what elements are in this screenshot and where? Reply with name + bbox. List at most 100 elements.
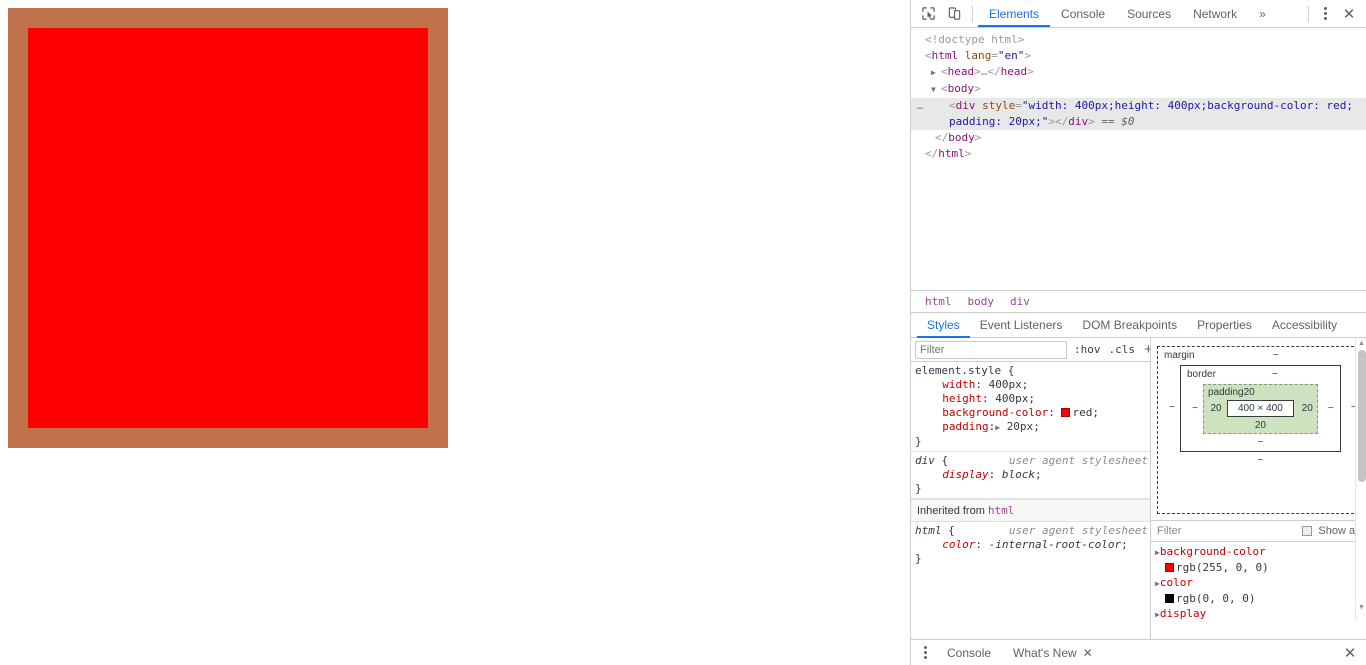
breadcrumb-item-body[interactable]: body bbox=[968, 295, 995, 308]
devtools-panel: Elements Console Sources Network » ✕ <!d… bbox=[910, 0, 1366, 665]
tab-sources[interactable]: Sources bbox=[1116, 0, 1182, 27]
breadcrumb-item-html[interactable]: html bbox=[925, 295, 952, 308]
dom-line-doctype[interactable]: <!doctype html> bbox=[911, 32, 1366, 48]
tab-accessibility[interactable]: Accessibility bbox=[1262, 313, 1347, 338]
breadcrumb-item-div[interactable]: div bbox=[1010, 295, 1030, 308]
prop-color[interactable]: color bbox=[942, 538, 975, 551]
dom-line-div-selected[interactable]: … <div style="width: 400px;height: 400px;… bbox=[911, 98, 1366, 130]
computed-filter-input[interactable]: Filter bbox=[1157, 525, 1296, 537]
prop-width[interactable]: width bbox=[942, 378, 975, 391]
rule-origin-html[interactable]: user agent stylesheet bbox=[1009, 524, 1150, 538]
border-top-value[interactable]: − bbox=[1216, 369, 1334, 380]
dom-line-body-close[interactable]: </body> bbox=[911, 130, 1366, 146]
styles-filter-input[interactable] bbox=[915, 340, 1067, 359]
cls-toggle[interactable]: .cls bbox=[1108, 343, 1137, 356]
tab-network[interactable]: Network bbox=[1182, 0, 1248, 27]
color-swatch-red[interactable] bbox=[1061, 408, 1071, 417]
rule-origin-div[interactable]: user agent stylesheet bbox=[1009, 454, 1150, 468]
box-model-margin[interactable]: margin − − border − − padding 20 20 400 … bbox=[1157, 346, 1364, 514]
show-all-label[interactable]: Show all bbox=[1318, 525, 1360, 537]
div-attr-value-line2: padding: 20px;" bbox=[949, 115, 1049, 128]
box-model-content-size[interactable]: 400 × 400 bbox=[1227, 400, 1294, 417]
css-rule-div-ua[interactable]: user agent stylesheet div { display: bloc… bbox=[911, 452, 1150, 499]
padding-top-value[interactable]: 20 bbox=[1244, 387, 1313, 398]
device-toolbar-icon[interactable] bbox=[941, 2, 967, 26]
value-background-color[interactable]: red bbox=[1072, 406, 1092, 419]
drawer-tab-close-icon[interactable]: ✕ bbox=[1083, 646, 1093, 660]
dom-row-badge[interactable]: … bbox=[917, 99, 924, 115]
border-left-value[interactable]: − bbox=[1187, 403, 1203, 414]
css-rule-html-ua[interactable]: user agent stylesheet html { color: -inte… bbox=[911, 522, 1150, 568]
prop-background-color[interactable]: background-color bbox=[942, 406, 1048, 419]
computed-name-color[interactable]: color bbox=[1160, 576, 1193, 589]
drawer-tab-console[interactable]: Console bbox=[937, 640, 1001, 665]
drawer-menu-icon[interactable] bbox=[915, 642, 935, 664]
scroll-up-arrow-icon[interactable]: ▲ bbox=[1357, 340, 1366, 347]
margin-top-value[interactable]: − bbox=[1195, 350, 1357, 361]
computed-properties-list[interactable]: ▶background-color rgb(255, 0, 0) ▶color … bbox=[1151, 520, 1366, 639]
padding-right-value[interactable]: 20 bbox=[1297, 403, 1313, 414]
computed-name-display[interactable]: display bbox=[1160, 607, 1206, 620]
padding-left-value[interactable]: 20 bbox=[1208, 403, 1224, 414]
div-content-area[interactable] bbox=[28, 28, 428, 428]
margin-bottom-value[interactable]: − bbox=[1164, 454, 1357, 466]
tab-overflow-chevron[interactable]: » bbox=[1248, 0, 1277, 27]
show-all-checkbox[interactable] bbox=[1302, 526, 1313, 536]
tab-console[interactable]: Console bbox=[1050, 0, 1116, 27]
box-model-padding[interactable]: padding 20 20 400 × 400 20 20 bbox=[1203, 384, 1318, 434]
computed-swatch-color[interactable] bbox=[1165, 594, 1174, 603]
expand-padding-icon[interactable]: ▶ bbox=[995, 421, 1000, 435]
dom-line-body[interactable]: ▼ <body> bbox=[911, 81, 1366, 98]
box-model-scroll-thumb[interactable] bbox=[1358, 350, 1366, 482]
inspect-element-icon[interactable] bbox=[915, 2, 941, 26]
prop-display[interactable]: display bbox=[942, 468, 988, 481]
margin-left-value[interactable]: − bbox=[1164, 402, 1180, 413]
rule-selector-div[interactable]: div bbox=[915, 454, 935, 467]
dom-line-html[interactable]: <html lang="en"> bbox=[911, 48, 1366, 64]
dom-line-html-close[interactable]: </html> bbox=[911, 146, 1366, 162]
box-model-scrollbar[interactable]: ▲ bbox=[1355, 338, 1366, 520]
value-display[interactable]: block bbox=[1002, 468, 1035, 481]
collapse-body-icon[interactable]: ▼ bbox=[931, 82, 941, 98]
computed-swatch-background-color[interactable] bbox=[1165, 563, 1174, 572]
tab-elements[interactable]: Elements bbox=[978, 0, 1050, 27]
tab-dom-breakpoints[interactable]: DOM Breakpoints bbox=[1072, 313, 1187, 338]
css-rule-element-style[interactable]: element.style { width: 400px; height: 40… bbox=[911, 362, 1150, 452]
drawer-tab-whats-new[interactable]: What's New ✕ bbox=[1003, 640, 1103, 665]
div-padding-area[interactable] bbox=[8, 8, 448, 448]
expand-head-icon[interactable]: ▶ bbox=[931, 65, 941, 81]
computed-value-color[interactable]: rgb(0, 0, 0) bbox=[1155, 591, 1366, 606]
border-right-value[interactable]: − bbox=[1318, 403, 1334, 414]
new-style-rule-button[interactable]: + bbox=[1142, 342, 1150, 357]
scroll-down-arrow-icon[interactable]: ▼ bbox=[1357, 600, 1366, 615]
tab-styles[interactable]: Styles bbox=[917, 313, 970, 338]
computed-row-display[interactable]: ▶display bbox=[1155, 606, 1366, 622]
border-bottom-value[interactable]: − bbox=[1187, 436, 1334, 448]
dom-line-head[interactable]: ▶ <head>…</head> bbox=[911, 64, 1366, 81]
rule-selector-element-style[interactable]: element.style bbox=[915, 364, 1001, 377]
value-height[interactable]: 400px bbox=[995, 392, 1028, 405]
close-drawer-icon[interactable]: ✕ bbox=[1338, 642, 1362, 664]
dom-tree[interactable]: <!doctype html> <html lang="en"> ▶ <head>… bbox=[911, 28, 1366, 290]
value-padding[interactable]: 20px bbox=[1007, 420, 1034, 433]
box-model-border[interactable]: border − − padding 20 20 400 × 400 20 20… bbox=[1180, 365, 1341, 452]
computed-scrollbar[interactable]: ▼ bbox=[1355, 520, 1366, 620]
tab-event-listeners[interactable]: Event Listeners bbox=[970, 313, 1073, 338]
padding-label-row: padding 20 bbox=[1208, 387, 1313, 398]
computed-value-background-color[interactable]: rgb(255, 0, 0) bbox=[1155, 560, 1366, 575]
prop-height[interactable]: height bbox=[942, 392, 982, 405]
rule-selector-html[interactable]: html bbox=[915, 524, 942, 537]
padding-bottom-value[interactable]: 20 bbox=[1208, 419, 1313, 431]
computed-row-background-color[interactable]: ▶background-color rgb(255, 0, 0) bbox=[1155, 544, 1366, 575]
hov-toggle[interactable]: :hov bbox=[1073, 343, 1102, 356]
computed-name-background-color[interactable]: background-color bbox=[1160, 545, 1266, 558]
close-devtools-icon[interactable]: ✕ bbox=[1336, 2, 1362, 26]
computed-row-color[interactable]: ▶color rgb(0, 0, 0) bbox=[1155, 575, 1366, 606]
prop-padding[interactable]: padding bbox=[942, 420, 988, 433]
inherited-source-tag[interactable]: html bbox=[988, 504, 1015, 517]
tab-properties[interactable]: Properties bbox=[1187, 313, 1262, 338]
value-color[interactable]: -internal-root-color bbox=[989, 538, 1121, 551]
value-width[interactable]: 400px bbox=[989, 378, 1022, 391]
metrics-pane: margin − − border − − padding 20 20 400 … bbox=[1151, 338, 1366, 639]
more-options-icon[interactable] bbox=[1314, 2, 1336, 26]
